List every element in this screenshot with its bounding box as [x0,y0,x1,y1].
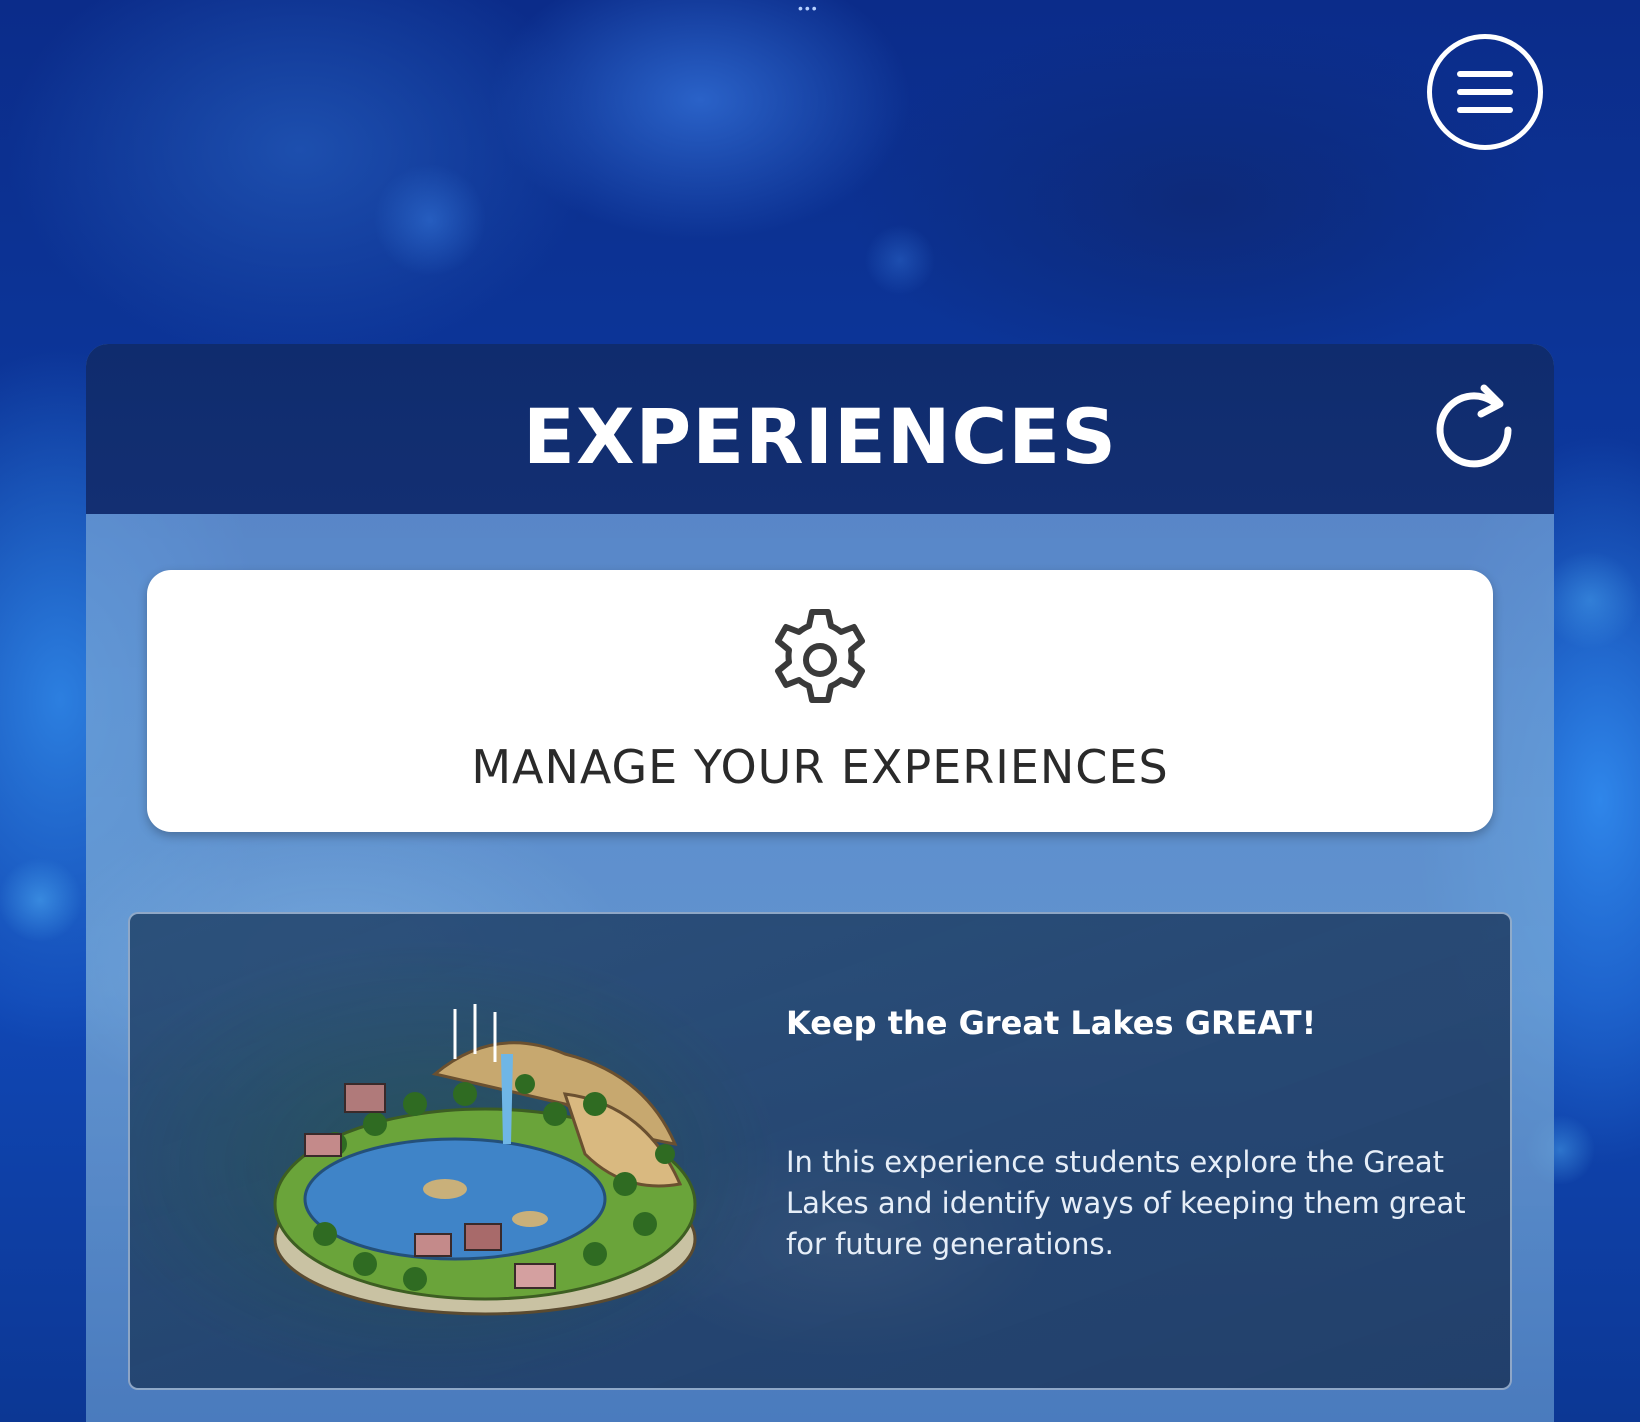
gear-icon [775,609,865,703]
manage-experiences-label: MANAGE YOUR EXPERIENCES [471,740,1169,794]
experience-title: Keep the Great Lakes GREAT! [786,1004,1317,1042]
experience-card[interactable]: Keep the Great Lakes GREAT! In this expe… [128,912,1512,1390]
hamburger-menu-icon [1457,71,1513,113]
experiences-panel: EXPERIENCES MANAGE YOUR EXPERIENCES Keep… [86,344,1554,1422]
manage-experiences-button[interactable]: MANAGE YOUR EXPERIENCES [147,570,1493,832]
status-dots: ••• [798,0,819,16]
island-landscape-image [273,1004,697,1316]
experience-description: In this experience students explore the … [786,1145,1466,1261]
menu-button[interactable] [1427,34,1543,150]
panel-header: EXPERIENCES [86,344,1554,514]
page-title: EXPERIENCES [523,392,1117,481]
refresh-icon[interactable] [1426,380,1522,476]
app-screen: ••• EXPERIENCES MANAGE YOUR EXPERIENCES [0,0,1640,1422]
